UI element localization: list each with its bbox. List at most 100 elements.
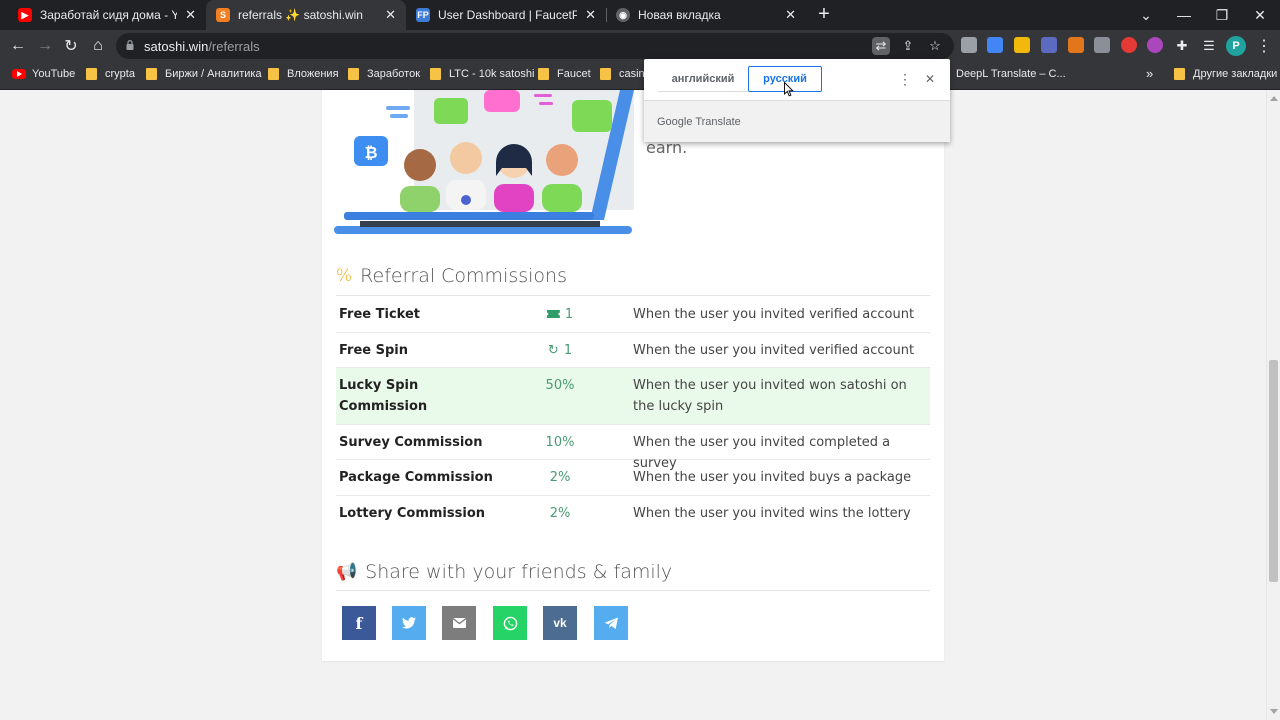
commission-value: 50%: [545, 378, 575, 393]
mouse-cursor-icon: [784, 82, 794, 97]
bitcoin-bubble-icon: ₿: [354, 136, 388, 166]
share-heading: 📢 Share with your friends & family: [336, 561, 672, 583]
address-bar[interactable]: satoshi.win/referrals ⇄ ⇪ ☆: [116, 33, 954, 59]
tab-referrals[interactable]: S referrals ✨ satoshi.win ✕: [206, 0, 406, 30]
close-icon[interactable]: ✕: [785, 7, 796, 23]
url-path: /referrals: [208, 39, 260, 54]
bookmark-label: Заработок: [367, 68, 421, 80]
folder-icon: [1174, 68, 1185, 80]
url-host: satoshi.win: [144, 39, 209, 54]
scroll-up-arrow-icon[interactable]: [1270, 96, 1278, 101]
bookmark-folder[interactable]: LTC - 10k satoshi: [430, 68, 534, 80]
tab-new[interactable]: ◉ Новая вкладка ✕: [606, 0, 806, 30]
tab-title: referrals ✨ satoshi.win: [238, 8, 363, 22]
bookmark-star-icon[interactable]: ☆: [926, 37, 944, 55]
percent-icon: %: [336, 266, 353, 286]
avatar[interactable]: P: [1226, 36, 1246, 56]
tab-title: Новая вкладка: [638, 8, 721, 22]
email-icon: [452, 618, 466, 628]
extension-translate-icon[interactable]: [987, 37, 1003, 53]
scrollbar-thumb[interactable]: [1269, 360, 1278, 582]
extension-binance-icon[interactable]: [1014, 37, 1030, 53]
tab-underline: [658, 91, 748, 92]
menu-icon[interactable]: ⋮: [1252, 34, 1276, 58]
bookmark-folder[interactable]: Faucet: [538, 68, 591, 80]
share-twitter-button[interactable]: [392, 606, 426, 640]
vk-icon: vk: [553, 616, 567, 630]
commission-name: Free Ticket: [339, 307, 420, 322]
minimize-button[interactable]: —: [1165, 0, 1203, 30]
folder-icon: [86, 68, 97, 80]
table-row: Free Spin ↻ 1 When the user you invited v…: [336, 333, 930, 368]
bookmark-folder[interactable]: Вложения: [268, 68, 339, 80]
tab-search-icon[interactable]: ⌄: [1127, 0, 1165, 30]
translate-source-lang-tab[interactable]: английский: [658, 66, 748, 92]
extensions-puzzle-icon[interactable]: ✚: [1170, 34, 1194, 58]
share-telegram-button[interactable]: [594, 606, 628, 640]
back-button[interactable]: ←: [6, 34, 30, 58]
extension-metamask-icon[interactable]: [1068, 37, 1084, 53]
translate-icon[interactable]: ⇄: [872, 37, 890, 55]
close-icon[interactable]: ✕: [185, 7, 196, 23]
extension-icon[interactable]: [1147, 37, 1163, 53]
extension-icon[interactable]: [961, 37, 977, 53]
bookmarks-overflow-button[interactable]: »: [1146, 66, 1153, 81]
twitter-icon: [402, 617, 416, 629]
forward-button[interactable]: →: [33, 34, 57, 58]
share-whatsapp-button[interactable]: [493, 606, 527, 640]
value-text: 1: [563, 343, 573, 358]
window-close-button[interactable]: ✕: [1241, 0, 1279, 30]
translate-options-icon[interactable]: ⋮: [898, 69, 912, 89]
table-row-highlighted: Lucky Spin Commission 50% When the user …: [336, 368, 930, 425]
bookmark-folder[interactable]: Заработок: [348, 68, 420, 80]
facebook-icon: f: [355, 613, 363, 633]
referral-illustration: ₿: [334, 90, 634, 234]
bookmark-label: Другие закладки: [1193, 68, 1278, 80]
bookmark-deepl[interactable]: DeepL Translate – C...: [956, 68, 1066, 80]
share-vk-button[interactable]: vk: [543, 606, 577, 640]
folder-icon: [430, 68, 441, 80]
extension-icon[interactable]: [1121, 37, 1137, 53]
reading-list-icon[interactable]: ☰: [1197, 34, 1221, 58]
close-icon[interactable]: ✕: [585, 7, 596, 23]
share-facebook-button[interactable]: f: [342, 606, 376, 640]
tab-youtube[interactable]: ▶ Заработай сидя дома - YouTube ✕: [8, 0, 206, 30]
folder-icon: [268, 68, 279, 80]
share-icon[interactable]: ⇪: [899, 37, 917, 55]
bookmarks-bar: YouTube crypta Биржи / Аналитика Вложени…: [0, 62, 1280, 90]
telegram-icon: [604, 616, 618, 629]
close-icon[interactable]: ✕: [922, 69, 938, 89]
bookmark-label: crypta: [105, 68, 135, 80]
commission-description: When the user you invited verified accou…: [633, 343, 915, 358]
close-icon[interactable]: ✕: [385, 7, 396, 23]
bookmark-youtube[interactable]: YouTube: [12, 68, 75, 80]
page-viewport: ₿ earn. % Referral Commissions Free Tick…: [0, 90, 1266, 720]
bookmark-folder[interactable]: Биржи / Аналитика: [146, 68, 262, 80]
section-title: Referral Commissions: [360, 265, 567, 287]
page-scrollbar[interactable]: [1266, 90, 1280, 720]
tab-faucetpay[interactable]: FP User Dashboard | FaucetPay ✕: [406, 0, 606, 30]
new-tab-button[interactable]: +: [814, 4, 834, 26]
megaphone-icon: 📢: [336, 562, 358, 582]
bookmark-folder[interactable]: crypta: [86, 68, 135, 80]
chevron-double-right-icon: »: [1146, 66, 1154, 81]
extension-icon[interactable]: [1094, 37, 1110, 53]
reload-button[interactable]: ↻: [59, 34, 83, 58]
google-translate-logo: Google Translate: [657, 116, 741, 128]
extension-icon[interactable]: [1041, 37, 1057, 53]
bookmark-label: Вложения: [287, 68, 339, 80]
bookmark-other-folder[interactable]: Другие закладки: [1174, 68, 1277, 80]
commission-value: 2%: [549, 470, 571, 485]
divider: [336, 590, 930, 591]
commission-name: Lottery Commission: [339, 506, 486, 521]
commission-name: Survey Commission: [339, 435, 483, 450]
restore-button[interactable]: ❐: [1203, 0, 1241, 30]
home-button[interactable]: ⌂: [86, 34, 110, 58]
folder-icon: [538, 68, 549, 80]
scroll-down-arrow-icon[interactable]: [1270, 709, 1278, 714]
bookmark-label: YouTube: [32, 68, 76, 80]
share-email-button[interactable]: [442, 606, 476, 640]
commission-description: When the user you invited wins the lotte…: [633, 506, 911, 521]
satoshi-icon: S: [216, 8, 230, 22]
lang-label: английский: [671, 73, 735, 85]
